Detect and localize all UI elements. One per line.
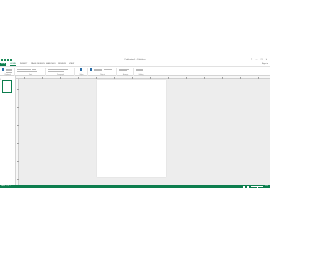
zoom-slider[interactable] [250, 185, 263, 188]
view-controls: 52% [242, 185, 268, 188]
clipboard-group: Clipboard [1, 68, 15, 76]
ruler-tick [96, 77, 97, 79]
styles-group: Styles [76, 68, 88, 76]
wrap-text-button[interactable] [119, 70, 127, 71]
paste-button[interactable] [2, 68, 4, 71]
styles-button[interactable] [80, 68, 82, 71]
ruler-tick [258, 77, 259, 79]
restore-icon[interactable]: ❐ [260, 59, 263, 61]
ruler-tick [78, 77, 79, 79]
minimize-icon[interactable]: — [255, 59, 258, 61]
font-group: Font [16, 68, 46, 76]
replace-button[interactable] [136, 70, 143, 71]
page-thumbnail[interactable] [2, 80, 12, 93]
status-bar: PAGE: 1 OF 1 52% [0, 185, 270, 188]
ruler-tick [114, 77, 115, 79]
ruler-tick [60, 77, 61, 79]
paragraph-group: Paragraph [47, 68, 75, 76]
ruler-tick [42, 77, 43, 79]
horizontal-ruler[interactable] [16, 76, 270, 79]
ruler-tick [17, 125, 19, 126]
font-name-select[interactable] [17, 68, 31, 70]
window-controls: ? — ❐ ✕ [250, 59, 268, 61]
font-size-select[interactable] [32, 68, 36, 70]
ruler-tick [240, 77, 241, 79]
page-thumbnail-number: 1 [0, 80, 1, 81]
close-icon[interactable]: ✕ [265, 59, 268, 61]
font-style-buttons[interactable] [17, 70, 37, 72]
ruler-tick [17, 107, 19, 108]
format-painter-button[interactable] [6, 71, 12, 73]
two-page-view-icon[interactable] [246, 185, 249, 188]
page-navigation-pane: 1 [0, 76, 16, 185]
zoom-level[interactable]: 52% [265, 185, 268, 188]
publisher-window: Publication1 - Publisher ? — ❐ ✕ FILE HO… [0, 58, 270, 188]
single-page-view-icon[interactable] [242, 185, 245, 188]
pictures-button[interactable] [94, 70, 102, 71]
ruler-tick [132, 77, 133, 79]
ruler-tick [168, 77, 169, 79]
ruler-tick [17, 143, 19, 144]
editing-group: Editing [135, 68, 147, 76]
align-buttons[interactable] [48, 70, 64, 72]
ruler-tick [17, 179, 19, 180]
help-icon[interactable]: ? [250, 59, 253, 61]
ruler-tick [17, 89, 19, 90]
arrange-group: Arrange [118, 68, 134, 76]
ruler-tick [222, 77, 223, 79]
ribbon: Clipboard Font Paragraph Styles Objects [0, 66, 270, 76]
zoom-slider-thumb[interactable] [256, 185, 258, 188]
objects-group: Objects [89, 68, 117, 76]
workspace: 1 [0, 76, 270, 185]
window-title: Publication1 - Publisher [124, 59, 146, 61]
ruler-tick [204, 77, 205, 79]
ruler-tick [17, 161, 19, 162]
ruler-tick [150, 77, 151, 79]
ruler-tick [24, 77, 25, 79]
page-indicator[interactable]: PAGE: 1 OF 1 [1, 185, 10, 188]
list-buttons[interactable] [48, 68, 68, 70]
vertical-ruler[interactable] [16, 79, 19, 185]
publication-page[interactable] [97, 80, 166, 177]
ruler-tick [186, 77, 187, 79]
shapes-button[interactable] [104, 68, 112, 70]
draw-text-box-button[interactable] [90, 68, 92, 71]
